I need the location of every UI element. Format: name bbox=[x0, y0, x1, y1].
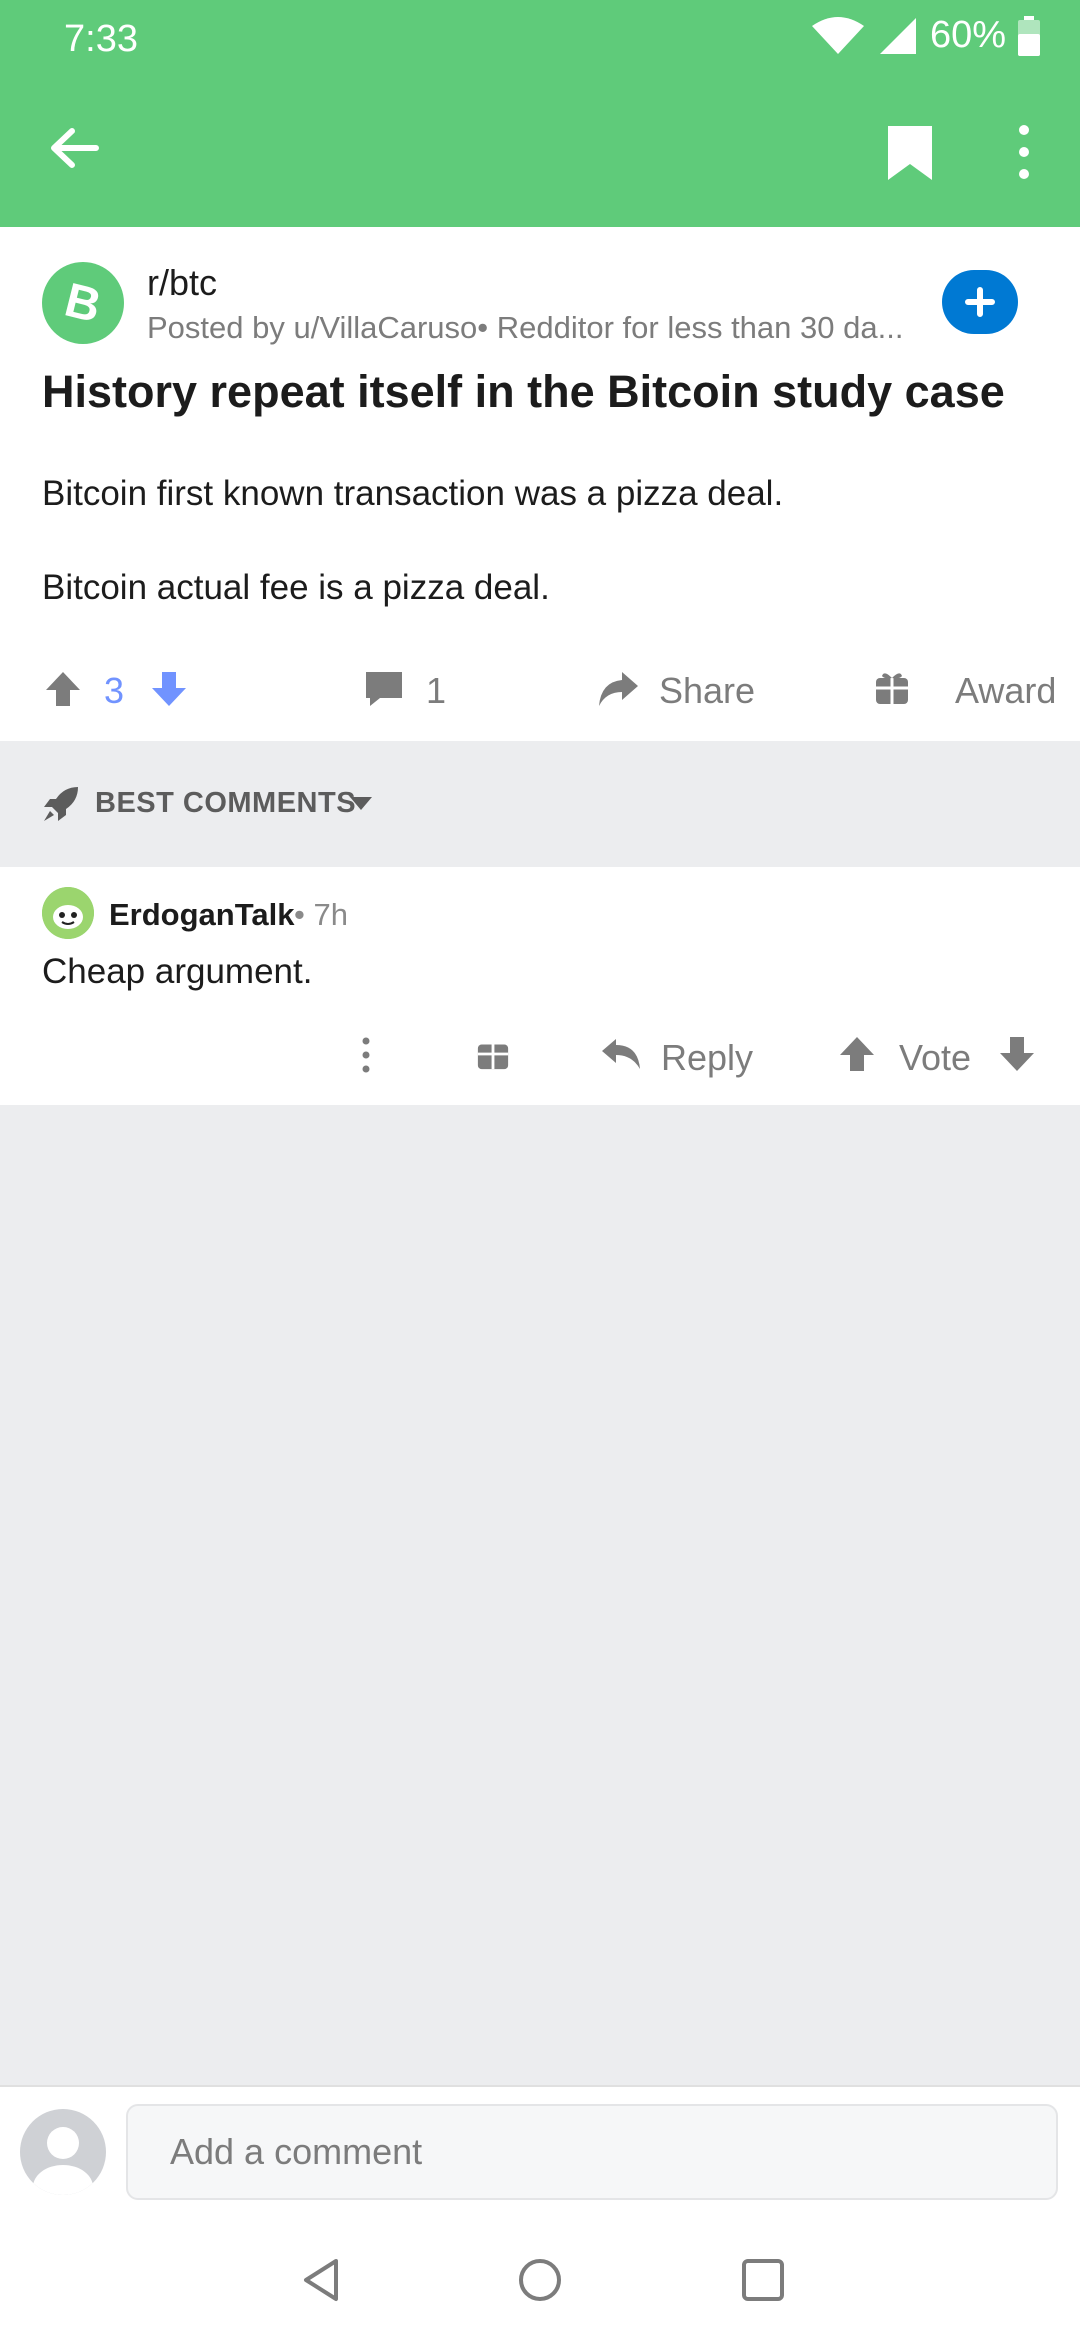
upvote-icon[interactable] bbox=[44, 670, 82, 708]
subreddit-avatar[interactable]: B bbox=[42, 262, 124, 344]
status-icons: 60% bbox=[810, 14, 1040, 57]
comment-author[interactable]: ErdoganTalk bbox=[109, 897, 294, 933]
status-time: 7:33 bbox=[64, 18, 138, 60]
post-body-paragraph: Bitcoin first known transaction was a pi… bbox=[42, 474, 784, 513]
post-score: 3 bbox=[104, 670, 125, 711]
comment-icon[interactable] bbox=[364, 670, 404, 708]
post-title[interactable]: History repeat itself in the Bitcoin stu… bbox=[42, 366, 1052, 418]
plus-icon bbox=[965, 287, 995, 317]
downvote-icon[interactable] bbox=[998, 1035, 1036, 1073]
wifi-icon bbox=[811, 16, 864, 54]
battery-icon bbox=[1018, 15, 1040, 56]
comment-sort-bar[interactable]: BEST COMMENTS bbox=[0, 741, 1080, 867]
comment-body: Cheap argument. bbox=[42, 952, 313, 991]
more-vertical-icon[interactable] bbox=[356, 1035, 376, 1075]
more-vertical-icon[interactable] bbox=[1004, 120, 1044, 184]
gift-icon[interactable] bbox=[476, 1037, 510, 1071]
share-button[interactable]: Share bbox=[659, 670, 755, 712]
gift-icon[interactable] bbox=[874, 670, 910, 706]
comment-item: ErdoganTalk • 7h Cheap argument. Reply V… bbox=[0, 867, 1080, 1105]
post-body-paragraph: Bitcoin actual fee is a pizza deal. bbox=[42, 568, 550, 607]
arrow-left-icon[interactable] bbox=[44, 118, 104, 178]
battery-percent: 60% bbox=[929, 14, 1006, 56]
user-avatar[interactable] bbox=[42, 887, 94, 939]
subreddit-name[interactable]: r/btc bbox=[147, 262, 217, 304]
join-button[interactable] bbox=[942, 270, 1018, 334]
svg-text:B: B bbox=[60, 275, 106, 331]
system-nav-bar bbox=[0, 2215, 1080, 2340]
back-triangle-icon[interactable] bbox=[296, 2255, 346, 2305]
user-silhouette-icon bbox=[33, 2127, 93, 2195]
downvote-icon[interactable] bbox=[150, 670, 188, 708]
add-comment-input[interactable]: Add a comment bbox=[126, 2104, 1058, 2200]
comment-count[interactable]: 1 bbox=[426, 670, 446, 712]
bitcoin-logo-icon: B bbox=[60, 275, 106, 331]
award-button[interactable]: Award bbox=[955, 670, 1056, 712]
upvote-icon[interactable] bbox=[838, 1035, 876, 1073]
comment-action-bar: Reply Vote bbox=[0, 1025, 1080, 1085]
rocket-icon bbox=[44, 787, 78, 821]
share-icon[interactable] bbox=[596, 668, 640, 710]
reply-icon[interactable] bbox=[600, 1035, 642, 1073]
post-author-line[interactable]: Posted by u/VillaCaruso• Redditor for le… bbox=[147, 310, 927, 346]
snoo-avatar-icon bbox=[42, 887, 94, 939]
comment-time: • 7h bbox=[294, 897, 348, 932]
home-circle-icon[interactable] bbox=[515, 2255, 565, 2305]
bookmark-icon[interactable] bbox=[882, 122, 938, 184]
post-action-bar: 3 1 Share Award bbox=[0, 658, 1080, 720]
comment-composer: Add a comment bbox=[0, 2085, 1080, 2215]
recents-square-icon[interactable] bbox=[738, 2255, 788, 2305]
reply-button[interactable]: Reply bbox=[661, 1037, 753, 1079]
top-app-bar: 7:33 60% bbox=[0, 0, 1080, 227]
signal-icon bbox=[879, 17, 916, 54]
chevron-down-icon[interactable] bbox=[350, 797, 372, 811]
vote-label: Vote bbox=[899, 1037, 972, 1078]
current-user-avatar bbox=[20, 2109, 106, 2195]
sort-label[interactable]: BEST COMMENTS bbox=[95, 787, 356, 820]
